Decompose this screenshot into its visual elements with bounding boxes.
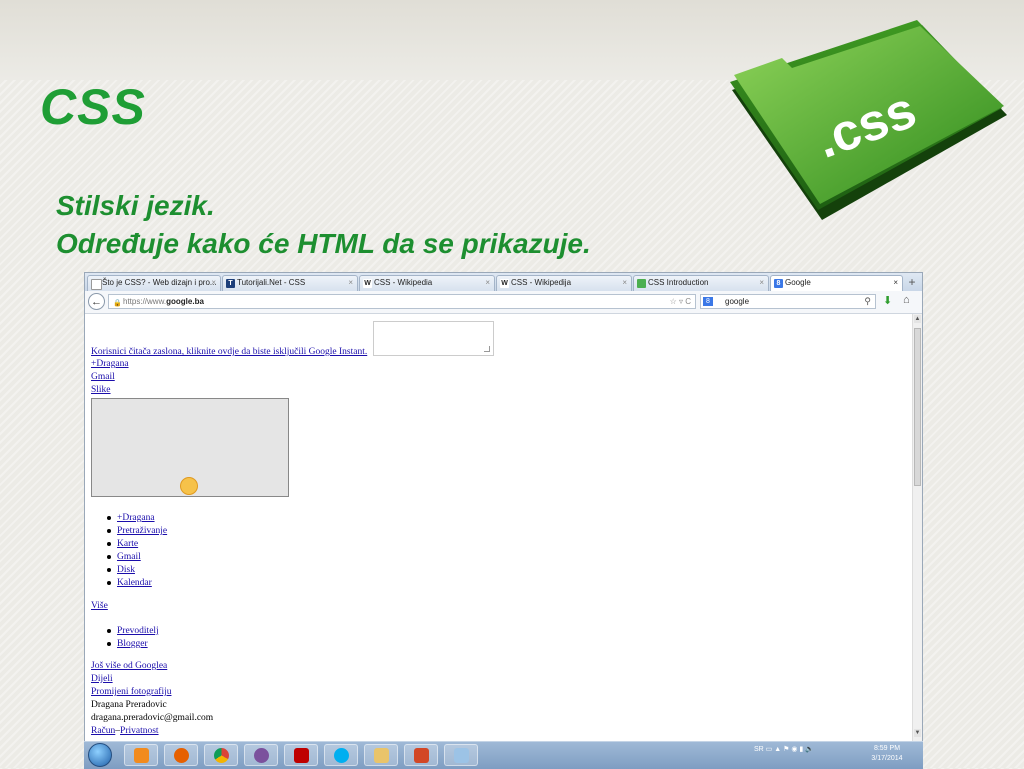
scroll-down-icon[interactable]: ▼	[914, 729, 921, 737]
close-icon[interactable]: ×	[348, 276, 353, 290]
tab-sto-je-css[interactable]: Što je CSS? - Web dizajn i pro... ×	[87, 275, 221, 291]
close-icon[interactable]: ×	[211, 276, 216, 290]
user-email: dragana.preradovic@gmail.com	[91, 713, 214, 723]
link-jos-vise[interactable]: Još više od Googlea	[91, 661, 167, 671]
list-item: Blogger	[107, 638, 159, 651]
wikipedia-icon: W	[363, 279, 372, 288]
viber-icon[interactable]	[244, 744, 278, 766]
close-icon[interactable]: ×	[759, 276, 764, 290]
clock-time: 8:59 PM	[873, 745, 901, 752]
link-promijeni-fotografiju[interactable]: Promijeni fotografiju	[91, 687, 171, 697]
url-domain: google.ba	[166, 297, 204, 306]
start-button[interactable]	[88, 743, 112, 767]
tab-bar: Što je CSS? - Web dizajn i pro... × T Tu…	[85, 273, 922, 291]
slide-line-2: Određuje kako će HTML da se prikazuje.	[56, 228, 591, 259]
css-folder-icon: .css	[730, 20, 1007, 220]
list-item: Karte	[107, 538, 167, 551]
tab-css-wikipedija[interactable]: W CSS - Wikipedija ×	[496, 275, 632, 291]
url-prefix: https://www.	[123, 297, 167, 306]
w3schools-icon	[637, 279, 646, 288]
firefox-icon[interactable]	[164, 744, 198, 766]
link-blogger[interactable]: Blogger	[117, 639, 148, 649]
account-links: Račun–Privatnost	[91, 726, 159, 736]
list-item: Disk	[107, 564, 167, 577]
search-value: google	[725, 297, 750, 306]
image-placeholder	[91, 398, 289, 497]
filezilla-icon[interactable]	[284, 744, 318, 766]
more-list: Prevoditelj Blogger	[107, 625, 159, 651]
tab-label: CSS - Wikipedia	[374, 278, 433, 287]
google-icon: 8	[774, 279, 783, 288]
link-gmail-app[interactable]: Gmail	[117, 552, 141, 562]
vertical-scrollbar[interactable]: ▲ ▼	[912, 314, 922, 767]
download-icon[interactable]: ⬇	[883, 294, 892, 307]
link-vise[interactable]: Više	[91, 601, 108, 611]
back-button[interactable]: ←	[88, 293, 105, 310]
tab-label: Google	[785, 278, 811, 287]
tab-label: CSS Introduction	[648, 278, 709, 287]
link-dragana-app[interactable]: +Dragana	[117, 513, 155, 523]
apps-list: +Dragana Pretraživanje Karte Gmail Disk …	[107, 512, 167, 590]
scroll-thumb[interactable]	[914, 328, 921, 486]
search-textarea[interactable]	[373, 321, 494, 356]
page-icon	[91, 279, 102, 290]
browser-window: Što je CSS? - Web dizajn i pro... × T Tu…	[84, 272, 923, 768]
tab-css-wikipedia[interactable]: W CSS - Wikipedia ×	[359, 275, 495, 291]
link-prevoditelj[interactable]: Prevoditelj	[117, 626, 159, 636]
language-indicator[interactable]: SR	[754, 746, 764, 753]
clock-date: 3/17/2014	[871, 755, 903, 762]
home-icon[interactable]: ⌂	[903, 294, 910, 306]
system-tray[interactable]: SR ▭ ▲ ⚑ ◉ ▮ 🔈	[754, 745, 814, 753]
paint-icon[interactable]	[444, 744, 478, 766]
list-item: Gmail	[107, 551, 167, 564]
link-racun[interactable]: Račun	[91, 726, 115, 736]
tab-label: Što je CSS? - Web dizajn i pro...	[102, 278, 217, 287]
navigation-bar: ← 🔒 https://www.google.ba ☆ ▿ C 8 google…	[85, 291, 922, 314]
link-slike[interactable]: Slike	[91, 385, 111, 395]
user-name: Dragana Preradovic	[91, 700, 167, 710]
bookmark-reload-icons[interactable]: ☆ ▿ C	[670, 295, 691, 308]
link-kalendar[interactable]: Kalendar	[117, 578, 152, 588]
google-instant-link[interactable]: Korisnici čitača zaslona, kliknite ovdje…	[91, 347, 367, 357]
address-bar[interactable]: 🔒 https://www.google.ba ☆ ▿ C	[108, 294, 696, 309]
google-search-engine-icon[interactable]: 8	[703, 297, 713, 306]
list-item: Pretraživanje	[107, 525, 167, 538]
explorer-icon[interactable]	[364, 744, 398, 766]
slide-line-1: Stilski jezik.	[56, 190, 215, 221]
tab-css-introduction[interactable]: CSS Introduction ×	[633, 275, 769, 291]
loading-spinner-icon	[180, 477, 198, 495]
link-disk[interactable]: Disk	[117, 565, 135, 575]
page-content: Korisnici čitača zaslona, kliknite ovdje…	[85, 314, 912, 767]
slide-title: CSS	[40, 79, 146, 135]
tab-label: Tutorijali.Net - CSS	[237, 278, 306, 287]
close-icon[interactable]: ×	[893, 276, 898, 290]
lock-icon: 🔒	[113, 300, 122, 307]
media-player-icon[interactable]	[124, 744, 158, 766]
tab-label: CSS - Wikipedija	[511, 278, 572, 287]
close-icon[interactable]: ×	[622, 276, 627, 290]
link-dijeli[interactable]: Dijeli	[91, 674, 113, 684]
search-input[interactable]: 8 google ⚲	[700, 294, 876, 309]
list-item: Prevoditelj	[107, 625, 159, 638]
powerpoint-icon[interactable]	[404, 744, 438, 766]
wikipedia-icon: W	[500, 279, 509, 288]
search-icon[interactable]: ⚲	[864, 295, 871, 308]
tab-tutorijali[interactable]: T Tutorijali.Net - CSS ×	[222, 275, 358, 291]
close-icon[interactable]: ×	[485, 276, 490, 290]
link-pretrazivanje[interactable]: Pretraživanje	[117, 526, 167, 536]
link-karte[interactable]: Karte	[117, 539, 138, 549]
tab-google[interactable]: 8 Google ×	[770, 275, 903, 291]
new-tab-button[interactable]: +	[903, 275, 921, 291]
list-item: +Dragana	[107, 512, 167, 525]
link-privatnost[interactable]: Privatnost	[120, 726, 159, 736]
tutorijali-icon: T	[226, 279, 235, 288]
link-gmail[interactable]: Gmail	[91, 372, 115, 382]
scroll-up-icon[interactable]: ▲	[914, 315, 921, 323]
list-item: Kalendar	[107, 577, 167, 590]
windows-taskbar: SR ▭ ▲ ⚑ ◉ ▮ 🔈 8:59 PM 3/17/2014	[84, 741, 923, 769]
chrome-icon[interactable]	[204, 744, 238, 766]
skype-icon[interactable]	[324, 744, 358, 766]
clock[interactable]: 8:59 PM 3/17/2014	[866, 744, 908, 764]
link-dragana[interactable]: +Dragana	[91, 359, 129, 369]
